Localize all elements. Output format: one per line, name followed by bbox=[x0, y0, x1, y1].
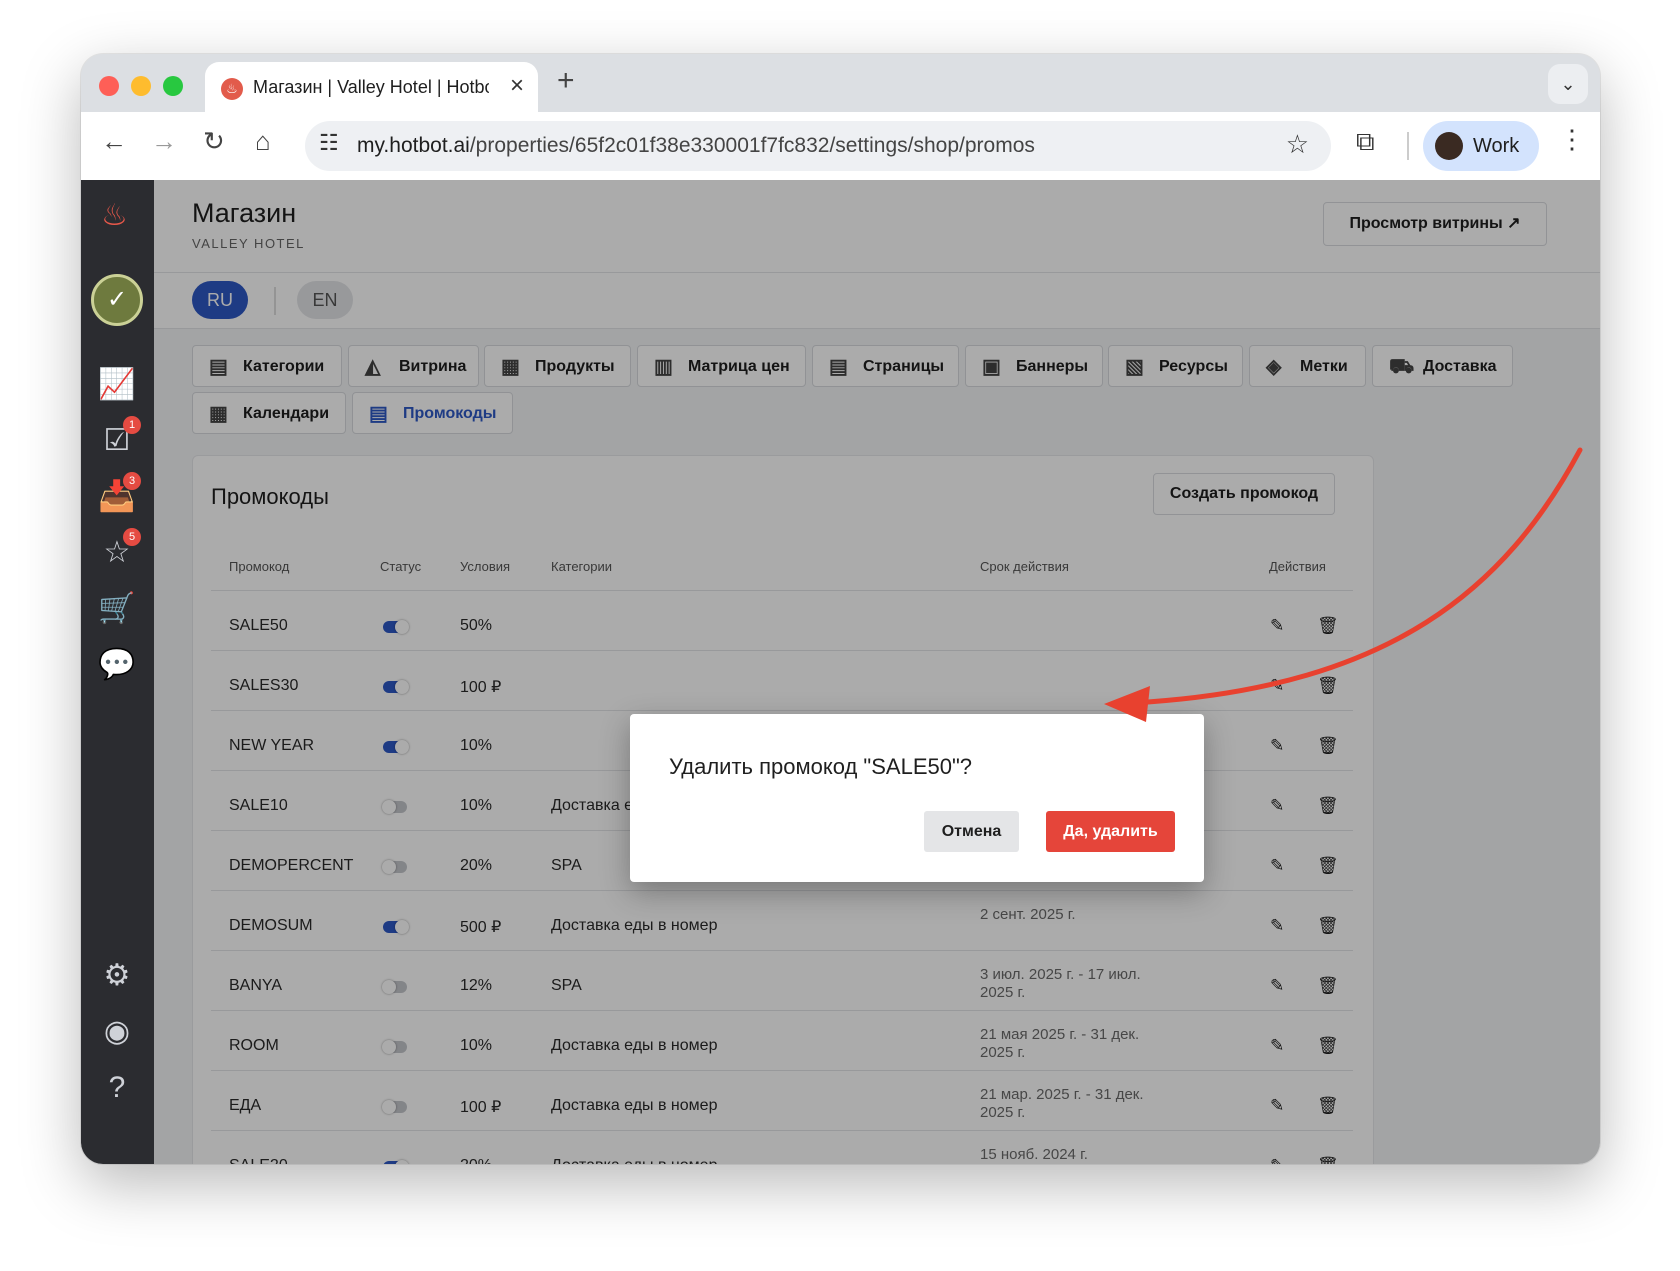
delete-confirm-dialog: Удалить промокод "SALE50"? Отмена Да, уд… bbox=[630, 714, 1204, 882]
maximize-window-button[interactable] bbox=[163, 76, 183, 96]
main-area: Магазин VALLEY HOTEL Просмотр витрины ↗ … bbox=[154, 180, 1600, 1164]
browser-window: ♨ Магазин | Valley Hotel | Hotbot × + ⌄ … bbox=[81, 54, 1600, 1164]
url-host: my.hotbot.ai bbox=[357, 134, 470, 157]
dialog-title: Удалить промокод "SALE50"? bbox=[669, 754, 973, 779]
browser-toolbar: ← → ↻ ⌂ ☷ my.hotbot.ai/properties/65f2c0… bbox=[81, 112, 1600, 180]
profile-name: Work bbox=[1473, 135, 1520, 157]
address-bar[interactable]: ☷ my.hotbot.ai/properties/65f2c01f38e330… bbox=[305, 121, 1331, 171]
tasks-badge: 1 bbox=[123, 416, 141, 434]
reload-icon[interactable]: ↻ bbox=[203, 126, 225, 157]
tab-title: Магазин | Valley Hotel | Hotbot bbox=[253, 77, 489, 97]
settings-gear-icon[interactable]: ⚙ bbox=[97, 956, 137, 996]
browser-tab[interactable]: ♨ Магазин | Valley Hotel | Hotbot × bbox=[205, 62, 538, 114]
url-path: /properties/65f2c01f38e330001f7fc832/set… bbox=[469, 134, 1035, 157]
close-tab-icon[interactable]: × bbox=[510, 72, 524, 100]
tab-strip: ♨ Магазин | Valley Hotel | Hotbot × + ⌄ bbox=[81, 54, 1600, 114]
property-avatar[interactable]: ✓ bbox=[91, 274, 143, 326]
browser-menu-icon[interactable]: ⋮ bbox=[1559, 124, 1585, 155]
url-text: my.hotbot.ai/properties/65f2c01f38e33000… bbox=[357, 134, 1035, 158]
help-question-icon[interactable]: ? bbox=[97, 1068, 137, 1108]
close-window-button[interactable] bbox=[99, 76, 119, 96]
minimize-window-button[interactable] bbox=[131, 76, 151, 96]
forward-icon[interactable]: → bbox=[151, 126, 177, 157]
confirm-delete-button[interactable]: Да, удалить bbox=[1046, 811, 1175, 852]
profile-chip[interactable]: Work bbox=[1423, 121, 1539, 171]
inbox-badge: 3 bbox=[123, 472, 141, 490]
page-content: ♨ ✓ 📈 ☑ 1 📥 3 ☆ 5 🛒 💬 ⚙ ◉ ? Магазин VALL… bbox=[81, 180, 1600, 1164]
account-user-icon[interactable]: ◉ bbox=[97, 1012, 137, 1052]
extensions-puzzle-icon[interactable]: ⧉ bbox=[1356, 126, 1375, 158]
modal-backdrop[interactable] bbox=[154, 180, 1600, 1164]
new-tab-icon[interactable]: + bbox=[557, 64, 575, 98]
tab-search-chevron-icon[interactable]: ⌄ bbox=[1548, 64, 1588, 104]
chat-bubble-icon[interactable]: 💬 bbox=[97, 645, 137, 685]
shop-cart-icon[interactable]: 🛒 bbox=[97, 589, 137, 629]
analytics-chart-icon[interactable]: 📈 bbox=[97, 365, 137, 405]
hotbot-favicon-icon: ♨ bbox=[221, 78, 243, 100]
app-sidebar: ♨ ✓ 📈 ☑ 1 📥 3 ☆ 5 🛒 💬 ⚙ ◉ ? bbox=[81, 180, 154, 1164]
cancel-button[interactable]: Отмена bbox=[924, 811, 1019, 852]
site-settings-icon[interactable]: ☷ bbox=[319, 130, 339, 156]
home-icon[interactable]: ⌂ bbox=[255, 126, 271, 157]
toolbar-divider bbox=[1407, 132, 1409, 160]
profile-avatar bbox=[1435, 132, 1463, 160]
bookmark-star-icon[interactable]: ☆ bbox=[1286, 129, 1309, 160]
hotbot-logo-icon[interactable]: ♨ bbox=[101, 198, 128, 233]
reviews-badge: 5 bbox=[123, 528, 141, 546]
back-icon[interactable]: ← bbox=[101, 126, 127, 157]
